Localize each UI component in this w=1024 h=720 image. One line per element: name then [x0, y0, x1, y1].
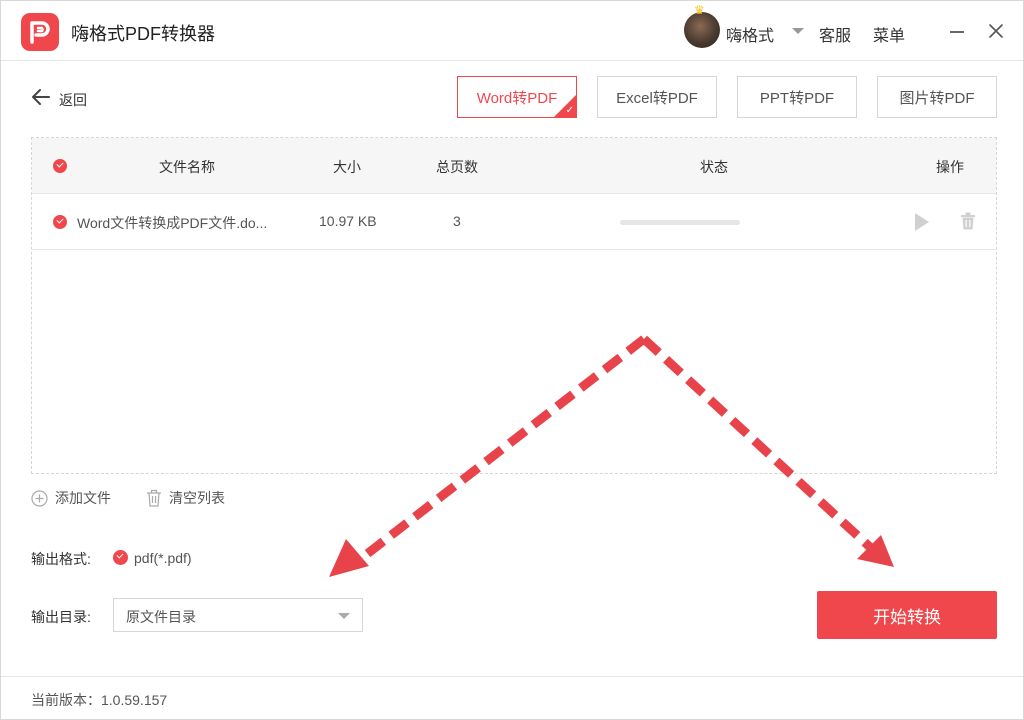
- output-dir-label: 输出目录:: [31, 609, 91, 625]
- add-file-button[interactable]: 添加文件: [31, 488, 111, 508]
- crown-icon: ♛: [694, 3, 705, 17]
- check-icon: ✓: [565, 105, 574, 116]
- arrowhead-left-icon: [329, 539, 369, 577]
- start-convert-button[interactable]: 开始转换: [817, 591, 997, 639]
- plus-circle-icon: [31, 489, 48, 507]
- logo-icon: [21, 13, 59, 51]
- menu-button[interactable]: 菜单: [873, 22, 905, 46]
- title-bar: 嗨格式PDF转换器 ♛ 嗨格式 客服 菜单: [1, 1, 1023, 61]
- format-check-icon[interactable]: [113, 550, 128, 565]
- column-header-size: 大小: [333, 159, 361, 175]
- tab-ppt-to-pdf[interactable]: PPT转PDF: [737, 76, 857, 118]
- tab-label: Excel转PDF: [616, 89, 698, 107]
- username[interactable]: 嗨格式: [726, 22, 774, 46]
- tab-image-to-pdf[interactable]: 图片转PDF: [877, 76, 997, 118]
- tab-excel-to-pdf[interactable]: Excel转PDF: [597, 76, 717, 118]
- row-checkbox[interactable]: [53, 215, 67, 229]
- tab-label: PPT转PDF: [759, 89, 835, 107]
- close-icon[interactable]: [987, 22, 1005, 40]
- trash-icon[interactable]: [960, 212, 976, 235]
- conversion-progress-bar: [620, 220, 740, 225]
- add-file-label: 添加文件: [55, 490, 111, 506]
- file-pages: 3: [453, 213, 461, 229]
- arrowhead-right-icon: [857, 535, 894, 567]
- output-format-label: 输出格式:: [31, 551, 91, 567]
- back-label[interactable]: 返回: [59, 90, 87, 110]
- output-dir-select[interactable]: 原文件目录: [113, 598, 363, 632]
- clear-list-button[interactable]: 清空列表: [146, 488, 225, 508]
- output-dir-value: 原文件目录: [126, 609, 196, 625]
- chevron-down-icon[interactable]: [792, 28, 804, 34]
- clear-list-label: 清空列表: [169, 490, 225, 506]
- file-size: 10.97 KB: [319, 213, 377, 229]
- table-header: 文件名称 大小 总页数 状态 操作: [32, 138, 996, 194]
- file-table: 文件名称 大小 总页数 状态 操作 Word文件转换成PDF文件.do... 1…: [31, 137, 997, 474]
- column-header-status: 状态: [700, 159, 728, 175]
- select-all-checkbox[interactable]: [53, 159, 67, 173]
- column-header-pages: 总页数: [436, 159, 478, 175]
- column-header-name: 文件名称: [159, 159, 215, 175]
- file-name: Word文件转换成PDF文件.do...: [77, 215, 268, 231]
- play-icon[interactable]: [915, 213, 929, 231]
- trash-icon: [147, 489, 161, 507]
- service-button[interactable]: 客服: [819, 22, 851, 46]
- tab-label: 图片转PDF: [899, 89, 975, 107]
- output-format-value: pdf(*.pdf): [134, 550, 192, 566]
- column-header-actions: 操作: [936, 159, 964, 175]
- tab-label: Word转PDF: [476, 89, 558, 107]
- arrow-left-icon: [32, 89, 50, 105]
- app-title: 嗨格式PDF转换器: [71, 24, 215, 44]
- footer: 当前版本：1.0.59.157: [1, 676, 1023, 719]
- app-window: 嗨格式PDF转换器 ♛ 嗨格式 客服 菜单 返回 Word转PDF ✓ Exce…: [0, 0, 1024, 720]
- back-button[interactable]: [31, 87, 51, 107]
- tab-word-to-pdf[interactable]: Word转PDF ✓: [457, 76, 577, 118]
- table-row[interactable]: Word文件转换成PDF文件.do... 10.97 KB 3: [32, 194, 996, 250]
- version-text: 当前版本：1.0.59.157: [31, 692, 168, 708]
- minimize-icon[interactable]: [950, 31, 964, 33]
- chevron-down-icon: [338, 613, 350, 619]
- avatar[interactable]: [684, 12, 720, 48]
